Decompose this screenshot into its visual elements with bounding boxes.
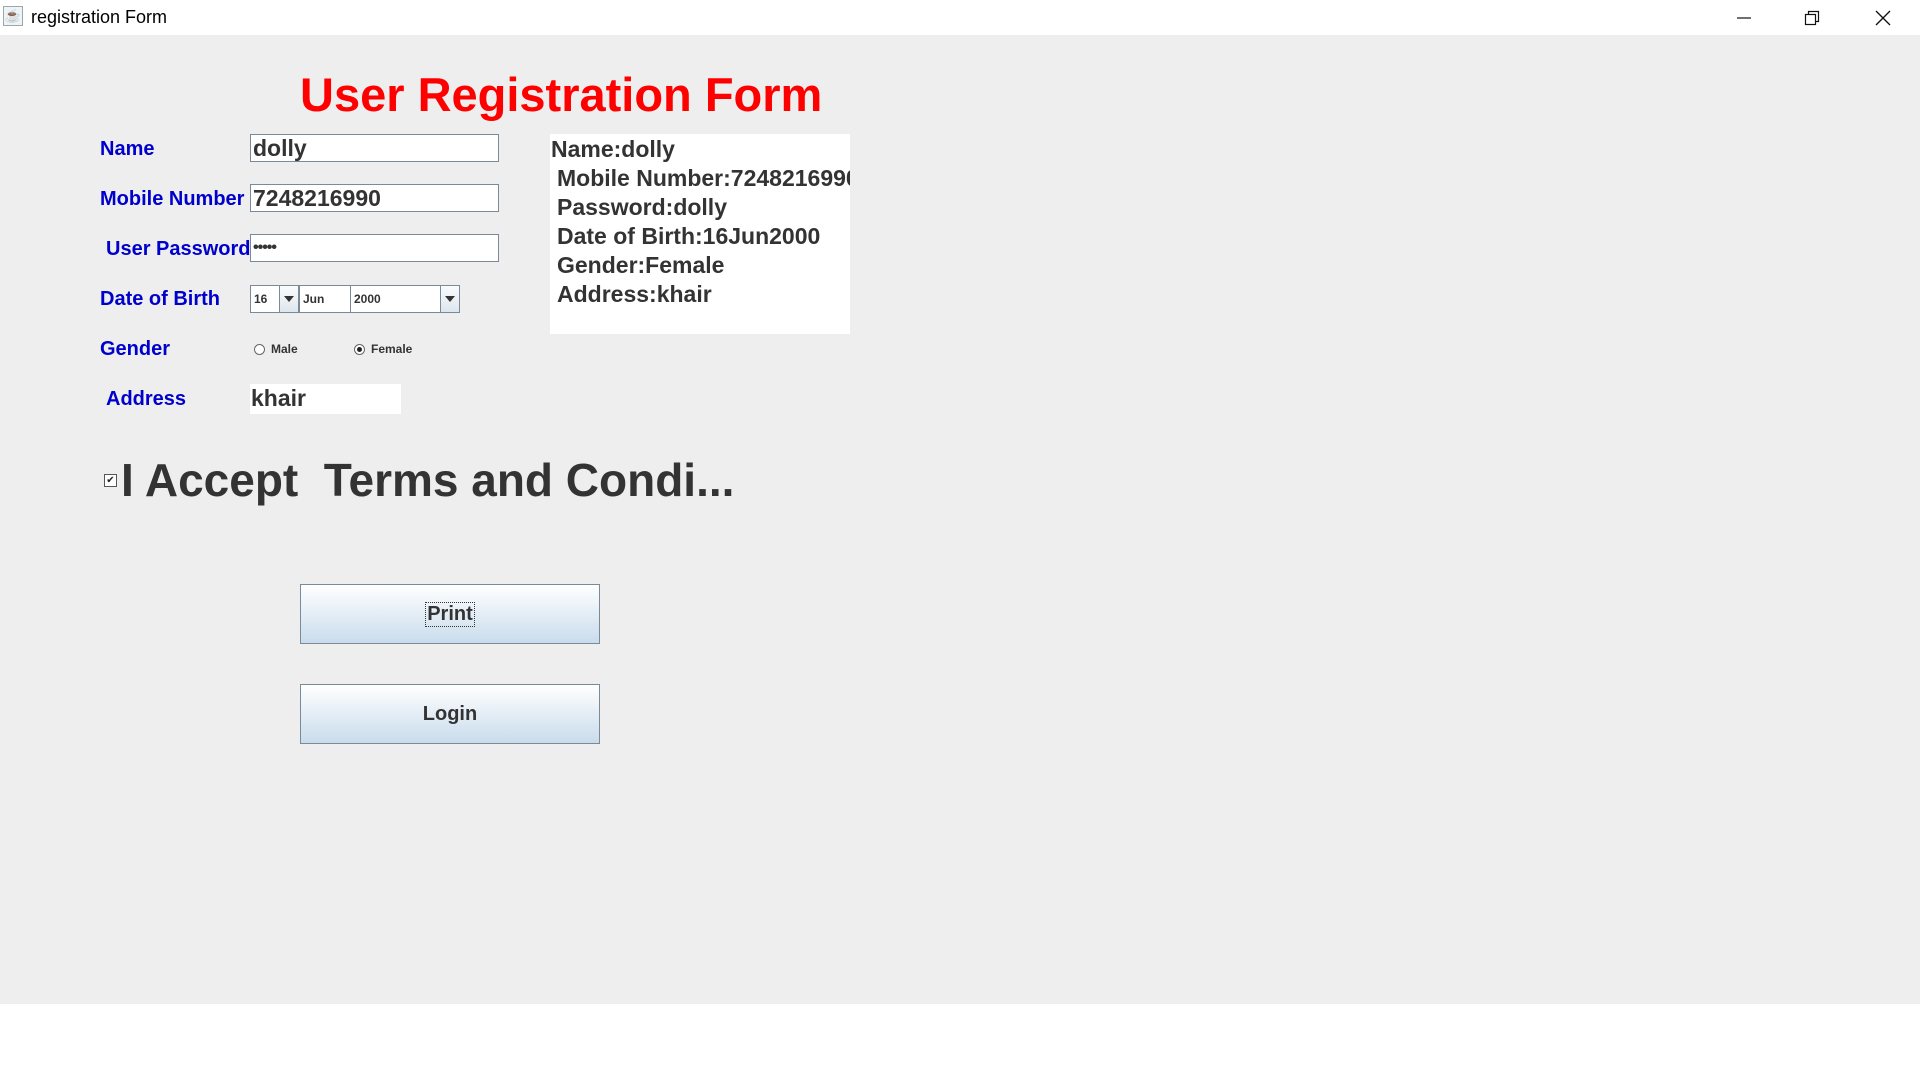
output-line: Name:dolly <box>551 136 675 162</box>
dob-day-value: 16 <box>254 292 268 306</box>
restore-icon <box>1804 10 1820 25</box>
output-line: Address:khair <box>557 281 712 307</box>
minimize-icon <box>1737 16 1751 19</box>
radio-icon <box>254 343 265 355</box>
gender-female-label: Female <box>371 342 413 356</box>
login-button-label: Login <box>422 702 478 725</box>
address-field[interactable]: khair <box>250 384 401 414</box>
restore-button[interactable] <box>1779 0 1845 35</box>
radio-selected-icon <box>354 343 365 355</box>
minimize-button[interactable] <box>1711 0 1777 35</box>
dob-day-select[interactable]: 16 <box>250 285 299 313</box>
password-label: User Password <box>106 238 251 260</box>
close-icon <box>1875 10 1891 25</box>
output-line: Date of Birth:16Jun2000 <box>557 223 821 249</box>
gender-label: Gender <box>100 338 171 360</box>
name-field[interactable]: dolly <box>250 134 499 162</box>
login-button[interactable]: Login <box>300 684 600 744</box>
title-bar: ☕ registration Form <box>0 0 1920 35</box>
form-heading: User Registration Form <box>300 68 823 121</box>
gender-male-label: Male <box>271 342 298 356</box>
dob-month-value: Jun <box>303 292 325 306</box>
terms-label: I Accept Terms and Condi... <box>121 454 735 506</box>
gender-female-radio[interactable]: Female <box>354 339 412 359</box>
checkmark-icon: ✔ <box>104 473 117 487</box>
dob-label: Date of Birth <box>100 288 220 310</box>
gender-male-radio[interactable]: Male <box>254 339 298 359</box>
close-button[interactable] <box>1850 0 1916 35</box>
java-cup-icon: ☕ <box>3 6 23 26</box>
output-line: Mobile Number:7248216990 <box>557 165 850 191</box>
window-title: registration Form <box>31 7 168 27</box>
mobile-field[interactable]: 7248216990 <box>250 184 499 212</box>
name-label: Name <box>100 138 155 160</box>
output-area: Name:dolly Mobile Number:7248216990 Pass… <box>550 134 850 334</box>
password-field[interactable]: ••••• <box>250 234 499 262</box>
dob-year-select[interactable]: 2000 <box>350 285 460 313</box>
dob-year-value: 2000 <box>354 292 381 306</box>
mobile-label: Mobile Number <box>100 188 245 210</box>
chevron-down-icon <box>279 286 298 312</box>
terms-checkbox[interactable]: ✔ I Accept Terms and Condi... <box>104 453 734 507</box>
chevron-down-icon <box>440 286 459 312</box>
output-line: Gender:Female <box>557 252 725 278</box>
print-button-label: Print <box>425 601 475 627</box>
address-label: Address <box>106 388 187 410</box>
output-line: Password:dolly <box>557 194 727 220</box>
dob-month-select[interactable]: Jun <box>299 285 351 313</box>
print-button[interactable]: Print <box>300 584 600 644</box>
form-panel: User Registration Form Name dolly Mobile… <box>0 35 1920 1004</box>
